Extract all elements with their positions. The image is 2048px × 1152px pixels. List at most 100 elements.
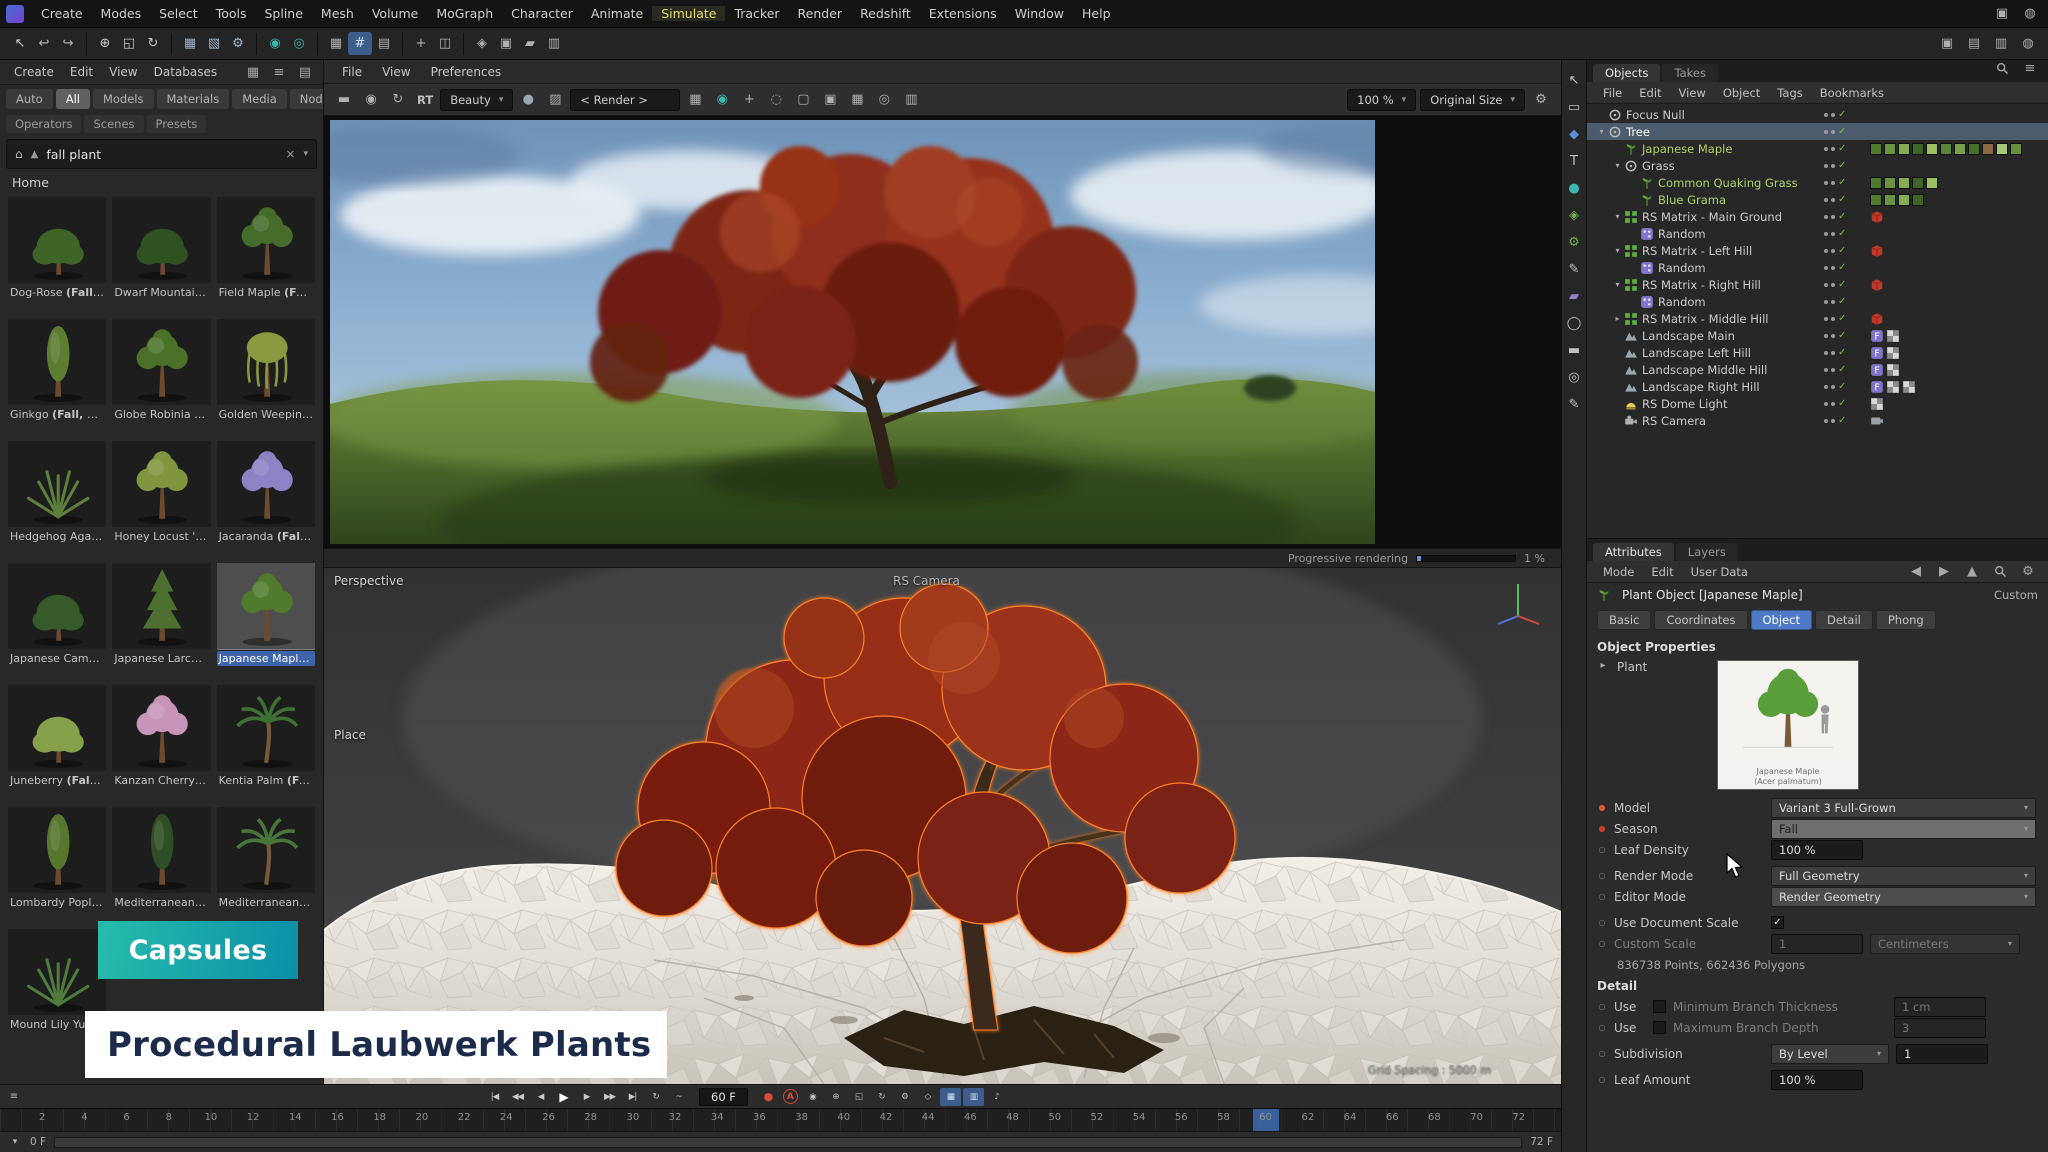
up-arrow-icon[interactable]: ▲ <box>31 149 39 160</box>
tab-takes[interactable]: Takes <box>1662 64 1718 82</box>
material-swatch[interactable] <box>1912 177 1924 189</box>
position-icon[interactable]: ⊕ <box>825 1088 846 1106</box>
circle-tool-icon[interactable]: ◯ <box>1562 313 1586 333</box>
enable-check-icon[interactable]: ✓ <box>1838 109 1850 120</box>
object-row[interactable]: Landscape Left Hill✓F <box>1587 344 2048 361</box>
cursor-icon[interactable]: ↖ <box>8 32 32 55</box>
visibility-dot[interactable] <box>1824 249 1828 253</box>
attr-menu-edit[interactable]: Edit <box>1643 565 1681 579</box>
asset-item[interactable]: Jacaranda (Fall, Plant) <box>217 441 315 559</box>
brush-purple-icon[interactable]: ▰ <box>1562 286 1586 306</box>
visibility-dot[interactable] <box>1824 351 1828 355</box>
keyframe-dot[interactable]: ○ <box>1597 1049 1607 1058</box>
goto-end-icon[interactable]: ▶| <box>622 1088 643 1106</box>
enable-check-icon[interactable]: ✓ <box>1838 143 1850 154</box>
visibility-dot[interactable] <box>1831 402 1835 406</box>
quantize-icon[interactable]: ▤ <box>372 32 396 55</box>
curve-icon[interactable]: ~ <box>668 1088 689 1106</box>
list-view-icon[interactable]: ≡ <box>267 61 291 84</box>
asset-item[interactable]: Kanzan Cherry (Fall, Plant) <box>112 685 210 803</box>
visibility-dot[interactable] <box>1824 266 1828 270</box>
editor-mode-dropdown[interactable]: Render Geometry▾ <box>1771 887 2036 907</box>
subtab-presets[interactable]: Presets <box>147 115 207 133</box>
viewport-label[interactable]: Perspective <box>334 574 404 588</box>
keyframe-dot[interactable]: ○ <box>1597 892 1607 901</box>
asset-item[interactable]: Kentia Palm (Fall, Plant) <box>217 685 315 803</box>
menu-tracker[interactable]: Tracker <box>725 6 788 21</box>
keyframe-dot[interactable]: ○ <box>1597 1002 1607 1011</box>
object-row[interactable]: Random✓ <box>1587 259 2048 276</box>
visibility-dot[interactable] <box>1824 181 1828 185</box>
chevron-down-icon[interactable]: ▾ <box>303 149 308 159</box>
crosshair-icon[interactable]: + <box>737 88 761 111</box>
landscape-object-icon[interactable] <box>1624 363 1638 377</box>
clapper-icon[interactable]: ▬ <box>1562 340 1586 360</box>
visibility-dot[interactable] <box>1831 249 1835 253</box>
object-row[interactable]: Landscape Middle Hill✓F <box>1587 361 2048 378</box>
asset-item[interactable]: Japanese Camellia (Fall, Plant) <box>8 563 106 681</box>
enable-check-icon[interactable]: ✓ <box>1838 330 1850 341</box>
object-row[interactable]: ▾RS Matrix - Left Hill✓ <box>1587 242 2048 259</box>
ipr-grid-icon[interactable]: ▦ <box>683 88 707 111</box>
max-branch-depth-checkbox[interactable] <box>1653 1021 1666 1034</box>
material-swatch[interactable] <box>1884 194 1896 206</box>
modeling-icon[interactable]: ▣ <box>494 32 518 55</box>
menu-help[interactable]: Help <box>1073 6 1120 21</box>
visibility-dot[interactable] <box>1831 334 1835 338</box>
plant-preview-thumbnail[interactable]: Japanese Maple (Acer palmatum) <box>1717 660 1859 790</box>
redcube-tag-icon[interactable] <box>1870 278 1884 292</box>
visibility-dot[interactable] <box>1824 419 1828 423</box>
enable-check-icon[interactable]: ✓ <box>1838 177 1850 188</box>
attr-tab-object[interactable]: Object <box>1751 610 1812 630</box>
render-view-icon[interactable]: ▦ <box>178 32 202 55</box>
layout-list-icon[interactable]: ▥ <box>1989 32 2013 55</box>
random-object-icon[interactable] <box>1640 227 1654 241</box>
attr-tab-detail[interactable]: Detail <box>1815 610 1873 630</box>
asset-item[interactable]: Hedgehog Agave (Fall, Plant) <box>8 441 106 559</box>
redcube-tag-icon[interactable] <box>1870 312 1884 326</box>
visibility-dot[interactable] <box>1831 181 1835 185</box>
scale-track-icon[interactable]: ◱ <box>848 1088 869 1106</box>
random-object-icon[interactable] <box>1640 261 1654 275</box>
material-swatch[interactable] <box>1870 143 1882 155</box>
rotation-icon[interactable]: ↻ <box>871 1088 892 1106</box>
material-swatch[interactable] <box>1898 177 1910 189</box>
texture-tag-icon[interactable] <box>1886 329 1900 343</box>
visibility-dot[interactable] <box>1824 334 1828 338</box>
visibility-dot[interactable] <box>1831 232 1835 236</box>
object-row[interactable]: Japanese Maple✓ <box>1587 140 2048 157</box>
grid-view-icon[interactable]: ▦ <box>241 61 265 84</box>
layout-icon[interactable]: ▣ <box>1990 2 2014 25</box>
asset-item[interactable]: Mediterranean Dwarf Fan Palm (Fall, Plan… <box>217 807 315 925</box>
min-branch-thickness-field[interactable]: 1 cm <box>1894 997 1986 1017</box>
light-object-icon[interactable] <box>1624 397 1638 411</box>
sphere-icon[interactable]: ● <box>516 88 540 111</box>
workplane-icon[interactable]: ◫ <box>433 32 457 55</box>
tab-attributes[interactable]: Attributes <box>1593 543 1674 561</box>
region-icon[interactable]: ▢ <box>791 88 815 111</box>
cube-blue-icon[interactable]: ◆ <box>1562 124 1586 144</box>
visibility-dot[interactable] <box>1831 368 1835 372</box>
lasso-icon[interactable]: ◌ <box>764 88 788 111</box>
snap-icon[interactable]: # <box>348 32 372 55</box>
object-row[interactable]: Common Quaking Grass✓ <box>1587 174 2048 191</box>
render-mode-dropdown[interactable]: Full Geometry▾ <box>1771 866 2036 886</box>
menu-window[interactable]: Window <box>1006 6 1073 21</box>
tab-objects[interactable]: Objects <box>1593 64 1660 82</box>
asset-search-bar[interactable]: ⌂ ▲ fall plant × ▾ <box>6 139 317 169</box>
menu-character[interactable]: Character <box>502 6 582 21</box>
visibility-dot[interactable] <box>1824 317 1828 321</box>
texture-tag-icon[interactable] <box>1886 380 1900 394</box>
rs-ipr-icon[interactable]: ◉ <box>263 32 287 55</box>
loop-icon[interactable]: ↻ <box>645 1088 666 1106</box>
keyframe-dot[interactable]: ○ <box>1597 1023 1607 1032</box>
camera-object-icon[interactable] <box>1624 414 1638 428</box>
visibility-dot[interactable] <box>1831 266 1835 270</box>
plant-object-icon[interactable] <box>1640 193 1654 207</box>
menu-mesh[interactable]: Mesh <box>312 6 363 21</box>
cloner-green-icon[interactable]: ◈ <box>1562 205 1586 225</box>
redcube-tag-icon[interactable] <box>1870 210 1884 224</box>
material-swatch[interactable] <box>1898 143 1910 155</box>
custom-scale-field[interactable]: 1 <box>1771 934 1863 954</box>
material-swatch[interactable] <box>1912 143 1924 155</box>
